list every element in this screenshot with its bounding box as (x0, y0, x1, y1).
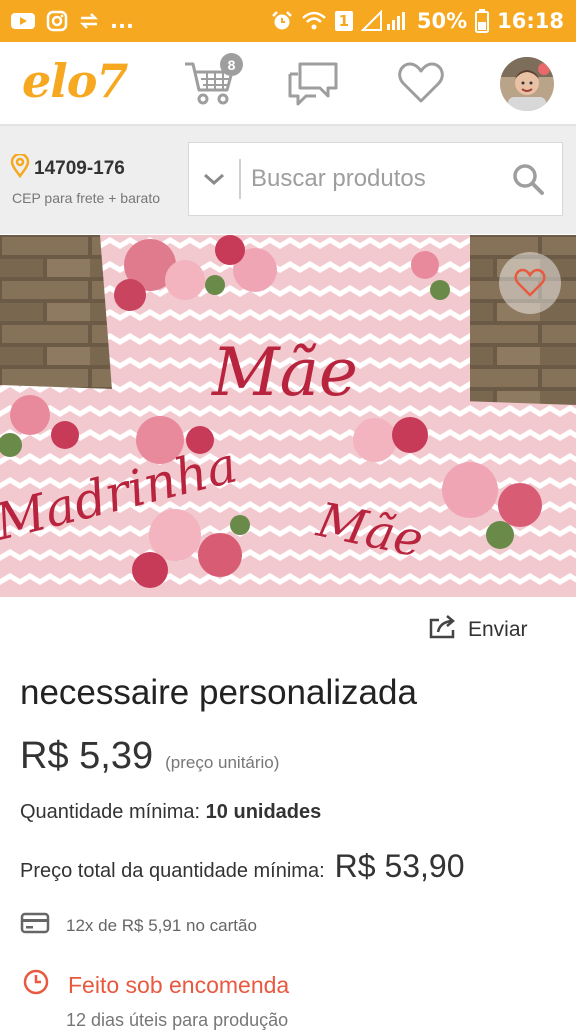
status-ellipsis: ... (110, 9, 134, 33)
alarm-icon (271, 10, 293, 32)
installments-text: 12x de R$ 5,91 no cartão (66, 915, 257, 935)
product-image[interactable]: Mãe Madrinha Mãe (0, 235, 576, 597)
min-quantity-value: 10 unidades (205, 801, 322, 823)
avatar[interactable] (500, 57, 554, 111)
youtube-icon (10, 11, 36, 31)
battery-icon (475, 9, 490, 33)
signal-icon (360, 10, 409, 32)
cep-code: 14709-176 (34, 157, 125, 179)
image-text-mae-1: Mãe (211, 334, 358, 411)
clock-time: 16:18 (497, 9, 564, 33)
app-header: elo7 8 (0, 42, 576, 126)
credit-card-icon (20, 912, 50, 939)
status-bar: ... 1 50% 16:18 (0, 0, 576, 42)
cep-subtitle: CEP para frete + barato (12, 190, 160, 206)
chevron-down-icon[interactable] (189, 172, 239, 186)
instagram-icon (46, 10, 68, 32)
total-price-row: Preço total da quantidade mínima: R$ 53,… (20, 848, 465, 885)
made-to-order: Feito sob encomenda (22, 968, 289, 1002)
clock-icon (22, 968, 50, 1002)
favorite-button[interactable] (499, 252, 561, 314)
production-time: 12 dias úteis para produção (66, 1010, 289, 1030)
unit-price: R$ 5,39 (20, 735, 154, 777)
share-button[interactable]: Enviar (428, 614, 528, 646)
location-pin-icon (10, 152, 30, 183)
search-band: 14709-176 CEP para frete + barato (0, 126, 576, 234)
share-icon (428, 614, 458, 646)
made-to-order-label: Feito sob encomenda (68, 971, 290, 998)
total-price-value: R$ 53,90 (334, 848, 465, 884)
installments-row: 12x de R$ 5,91 no cartão (20, 912, 257, 939)
share-label: Enviar (468, 618, 528, 641)
cep-selector[interactable]: 14709-176 CEP para frete + barato (10, 152, 160, 206)
transfer-icon (78, 10, 100, 32)
min-quantity-label: Quantidade mínima: (20, 801, 201, 823)
total-price-label: Preço total da quantidade mínima: (20, 860, 325, 882)
search-icon[interactable] (498, 162, 558, 196)
chat-icon[interactable] (284, 56, 342, 110)
heart-icon[interactable] (392, 56, 450, 110)
elo7-logo[interactable]: elo7 (22, 54, 128, 108)
product-title: necessaire personalizada (20, 673, 417, 712)
sim-badge: 1 (334, 11, 353, 31)
min-quantity: Quantidade mínima: 10 unidades (20, 801, 321, 824)
cart-count-badge: 8 (220, 53, 243, 76)
search-box (188, 142, 563, 216)
battery-level: 50% (416, 9, 468, 33)
price-note: (preço unitário) (165, 753, 280, 772)
price-row: R$ 5,39 (preço unitário) (20, 735, 279, 778)
wifi-icon (301, 10, 327, 32)
search-input[interactable] (241, 164, 498, 194)
